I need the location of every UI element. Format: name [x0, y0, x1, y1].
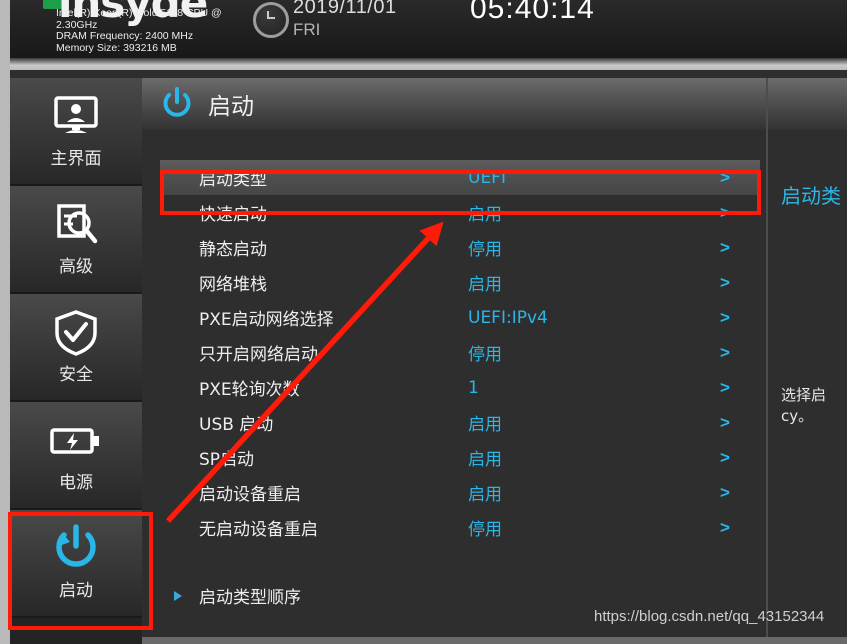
setting-label: 快速启动 [199, 205, 267, 225]
setting-value: UEFI [468, 167, 506, 188]
bios-setup-screen: insyde Intel(R) Xeon(R) Gold 5118 CPU @ … [0, 0, 847, 644]
setting-value: 启用 [468, 415, 502, 435]
page-header: 启动 [142, 78, 847, 130]
chevron-right-icon: > [720, 237, 730, 257]
setting-label: 启动设备重启 [199, 485, 301, 505]
sidebar-item-advanced-label: 高级 [59, 256, 93, 277]
setting-value: 停用 [468, 240, 502, 260]
setting-row-network-boot-only[interactable]: 只开启网络启动 停用 > [160, 335, 760, 370]
setting-row-sp-boot[interactable]: SP启动 启用 > [160, 440, 760, 475]
shield-check-icon [53, 309, 99, 356]
setting-value: 停用 [468, 345, 502, 365]
system-date: 2019/11/01 [293, 0, 397, 18]
watermark-url: https://blog.csdn.net/qq_43152344 [594, 608, 825, 625]
setting-label: 启动类型 [199, 170, 267, 190]
setting-label: PXE启动网络选择 [199, 310, 334, 330]
setting-value: 1 [468, 377, 479, 398]
setting-row-pxe-retry-count[interactable]: PXE轮询次数 1 > [160, 370, 760, 405]
system-info-text: Intel(R) Xeon(R) Gold 5118 CPU @ 2.30GHz… [56, 7, 222, 54]
setting-row-fast-boot[interactable]: 快速启动 启用 > [160, 195, 760, 230]
setting-row-no-boot-device-reboot[interactable]: 无启动设备重启 停用 > [160, 510, 760, 545]
setting-value: UEFI:IPv4 [468, 307, 548, 328]
chevron-right-icon: > [720, 167, 730, 187]
setting-value: 启用 [468, 275, 502, 295]
chevron-right-icon: > [720, 272, 730, 292]
power-icon [160, 87, 194, 121]
left-edge-strip [0, 0, 10, 644]
setting-label: 网络堆栈 [199, 275, 267, 295]
battery-bolt-icon [49, 418, 103, 464]
help-panel-text: 选择启 cy。 [781, 386, 827, 425]
setting-value: 启用 [468, 450, 502, 470]
triangle-right-icon [174, 590, 182, 601]
sidebar-item-power-label: 电源 [59, 472, 93, 493]
settings-list: 启动类型 UEFI > 快速启动 启用 > 静态启动 停用 > 网络堆栈 启用 … [160, 160, 760, 613]
document-magnifier-icon [51, 202, 101, 248]
chevron-right-icon: > [720, 517, 730, 537]
page-title: 启动 [208, 94, 254, 120]
setting-row-network-stack[interactable]: 网络堆栈 启用 > [160, 265, 760, 300]
submenu-label: 启动类型顺序 [199, 588, 301, 608]
content-panel: 启动 启动类型 UEFI > 快速启动 启用 > 静态启动 停用 > 网络堆栈 … [142, 78, 847, 644]
setting-label: 无启动设备重启 [199, 520, 318, 540]
setting-label: 静态启动 [199, 240, 267, 260]
chevron-right-icon: > [720, 377, 730, 397]
monitor-user-icon [51, 94, 101, 140]
panel-divider [766, 78, 768, 644]
chevron-right-icon: > [720, 307, 730, 327]
setting-label: PXE轮询次数 [199, 380, 300, 400]
sidebar-item-boot-label: 启动 [59, 580, 93, 601]
setting-row-boot-device-reboot[interactable]: 启动设备重启 启用 > [160, 475, 760, 510]
setting-row-quiet-boot[interactable]: 静态启动 停用 > [160, 230, 760, 265]
setting-label: USB 启动 [199, 415, 274, 435]
chevron-right-icon: > [720, 342, 730, 362]
sidebar-item-security-label: 安全 [59, 364, 93, 385]
setting-value: 启用 [468, 205, 502, 225]
sidebar-item-main-label: 主界面 [50, 148, 102, 169]
chevron-right-icon: > [720, 482, 730, 502]
power-icon [50, 523, 102, 572]
sidebar-item-advanced[interactable]: 高级 [10, 186, 142, 294]
setting-value: 启用 [468, 485, 502, 505]
setting-label: SP启动 [199, 450, 255, 470]
setting-row-usb-boot[interactable]: USB 启动 启用 > [160, 405, 760, 440]
setting-row-pxe-boot-protocol[interactable]: PXE启动网络选择 UEFI:IPv4 > [160, 300, 760, 335]
system-weekday: FRI [293, 20, 321, 39]
chevron-right-icon: > [720, 202, 730, 222]
setting-value: 停用 [468, 520, 502, 540]
clock-icon [253, 2, 289, 38]
bottom-bar [142, 637, 847, 644]
sidebar: 主界面 高级 安全 电源 启动 [10, 78, 142, 644]
system-time: 05:40:14 [470, 0, 595, 25]
setting-label: 只开启网络启动 [199, 345, 318, 365]
sidebar-item-main[interactable]: 主界面 [10, 78, 142, 186]
chevron-right-icon: > [720, 412, 730, 432]
sidebar-item-security[interactable]: 安全 [10, 294, 142, 402]
setting-row-boot-type[interactable]: 启动类型 UEFI > [160, 160, 760, 195]
sidebar-item-boot[interactable]: 启动 [10, 510, 142, 618]
sidebar-item-power[interactable]: 电源 [10, 402, 142, 510]
top-banner: insyde Intel(R) Xeon(R) Gold 5118 CPU @ … [10, 0, 847, 70]
chevron-right-icon: > [720, 447, 730, 467]
help-panel-title: 启动类 [781, 184, 841, 208]
